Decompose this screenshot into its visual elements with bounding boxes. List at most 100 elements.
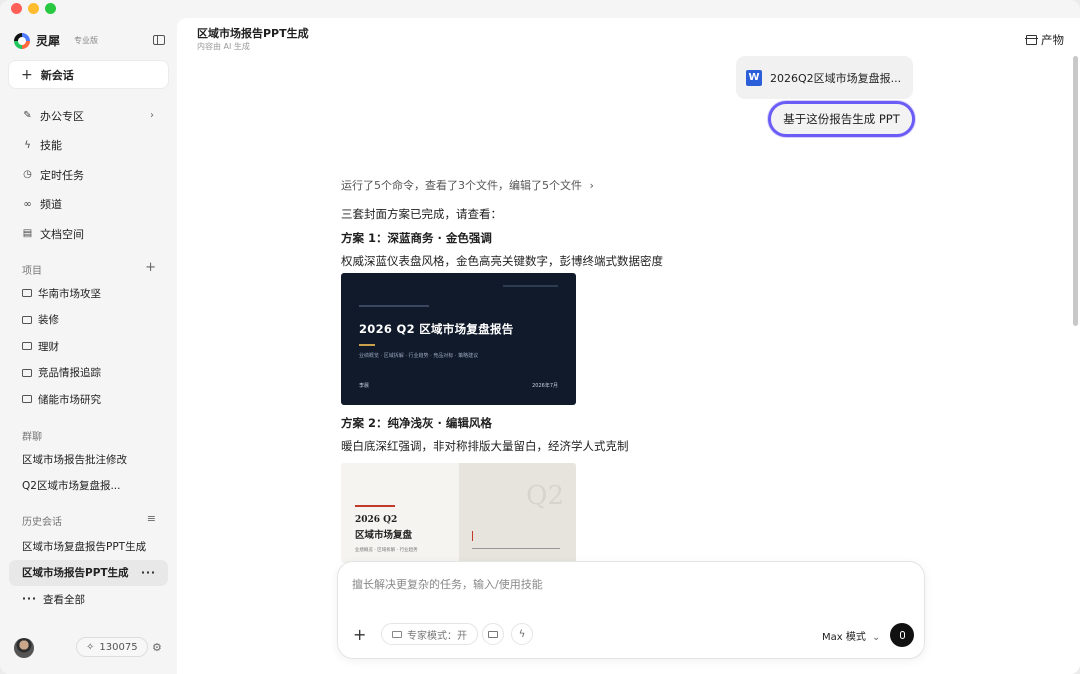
lightning-icon: ϟ xyxy=(24,139,31,151)
groups-heading: 群聊 xyxy=(22,432,42,443)
sidebar-nav: ✎ 办公专区 › ϟ 技能 ◷ 定时任务 ∞ 频道 ▤ 文档空间 xyxy=(9,101,168,249)
user-message-text: 基于这份报告生成 PPT xyxy=(783,112,900,126)
project-label: 华南市场攻坚 xyxy=(38,287,101,300)
artifacts-button[interactable]: 产物 xyxy=(1025,32,1064,48)
ai-generated-note: 内容由 AI 生成 xyxy=(197,42,250,51)
composer-input[interactable]: 擅长解决更复杂的任务，输入/使用技能 xyxy=(352,576,543,592)
gold-accent-rule xyxy=(359,344,375,346)
close-window-button[interactable] xyxy=(11,3,22,14)
more-icon: ··· xyxy=(22,593,37,606)
sidebar-item-label: 定时任务 xyxy=(40,168,84,182)
cover-2-watermark: Q2 xyxy=(526,481,564,511)
folder-icon xyxy=(22,395,32,404)
main-panel: 区域市场报告PPT生成 内容由 AI 生成 产物 W 2026Q2区域市场复盘报… xyxy=(177,18,1080,674)
sidebar-item-skills[interactable]: ϟ 技能 xyxy=(9,131,168,161)
sidebar-item-office[interactable]: ✎ 办公专区 › xyxy=(9,101,168,131)
decorative-rule xyxy=(503,285,558,287)
link-icon: ∞ xyxy=(23,198,32,210)
view-all-label: 查看全部 xyxy=(42,593,85,606)
avatar[interactable] xyxy=(14,638,34,658)
sidebar-toggle-icon[interactable] xyxy=(153,35,165,45)
skills-button[interactable]: ϟ xyxy=(511,623,533,645)
history-list: 区域市场复盘报告PPT生成 区域市场报告PPT生成 ··· ··· 查看全部 xyxy=(9,533,168,613)
project-item[interactable]: 储能市场研究 xyxy=(9,386,168,413)
option-1-description: 权威深蓝仪表盘风格，金色高亮关键数字，彭博终端式数据密度 xyxy=(341,254,663,268)
chevron-right-icon: › xyxy=(150,110,154,122)
message-composer: 擅长解决更复杂的任务，输入/使用技能 + 专家模式：开 ϟ Max 模式 ⌄ xyxy=(337,561,925,659)
projects-heading: 项目 xyxy=(22,266,42,277)
attached-file-card[interactable]: W 2026Q2区域市场复盘报... xyxy=(736,56,913,99)
decorative-rule xyxy=(472,531,532,541)
new-chat-button[interactable]: + 新会话 xyxy=(9,61,168,88)
activity-summary[interactable]: 运行了5个命令，查看了3个文件，编辑了5个文件 › xyxy=(341,177,821,193)
project-item[interactable]: 装修 xyxy=(9,307,168,334)
history-item-active[interactable]: 区域市场报告PPT生成 ··· xyxy=(9,559,168,586)
add-attachment-button[interactable]: + xyxy=(353,625,366,644)
project-item[interactable]: 竞品情报追踪 xyxy=(9,360,168,387)
sidebar-item-label: 办公专区 xyxy=(40,109,84,123)
history-item[interactable]: 区域市场复盘报告PPT生成 xyxy=(9,533,168,560)
lightning-icon: ϟ xyxy=(518,628,526,640)
sidebar-item-scheduled-tasks[interactable]: ◷ 定时任务 xyxy=(9,160,168,190)
microphone-button[interactable] xyxy=(890,623,914,647)
sidebar-item-channels[interactable]: ∞ 频道 xyxy=(9,190,168,220)
cover-preview-1[interactable]: 2026 Q2 区域市场复盘报告 业绩概览 · 区域拆解 · 行业趋势 · 竞品… xyxy=(341,273,576,405)
project-label: 储能市场研究 xyxy=(38,393,101,406)
more-icon[interactable]: ··· xyxy=(141,567,156,579)
monitor-icon xyxy=(488,630,498,638)
sparkle-icon: ✧ xyxy=(86,641,95,653)
project-label: 竞品情报追踪 xyxy=(38,367,101,380)
add-project-button[interactable]: + xyxy=(145,260,156,275)
sidebar: 灵犀 专业版 + 新会话 ✎ 办公专区 › ϟ 技能 ◷ 定时任务 ∞ 频道 ▤… xyxy=(0,0,177,674)
folder-icon xyxy=(22,315,32,324)
option-2-description: 暖白底深红强调，非对称排版大量留白，经济学人式克制 xyxy=(341,439,629,453)
archive-icon xyxy=(1025,35,1038,45)
sidebar-item-label: 文档空间 xyxy=(40,227,84,241)
cover-1-author: 李晨 xyxy=(359,383,370,389)
minimize-window-button[interactable] xyxy=(28,3,39,14)
cover-2-title-line1: 2026 Q2 xyxy=(355,515,398,525)
history-label: 区域市场复盘报告PPT生成 xyxy=(22,540,147,553)
group-chat-label: 区域市场报告批注修改 xyxy=(22,453,127,466)
folder-icon xyxy=(22,342,32,351)
sidebar-item-doc-space[interactable]: ▤ 文档空间 xyxy=(9,219,168,249)
activity-text: 运行了5个命令，查看了3个文件，编辑了5个文件 xyxy=(341,179,582,192)
user-message-bubble: 基于这份报告生成 PPT xyxy=(768,101,915,137)
folder-icon xyxy=(22,368,32,377)
chevron-down-icon: ⌄ xyxy=(872,632,881,643)
option-1-title: 方案 1：深蓝商务 · 金色强调 xyxy=(341,231,492,245)
project-label: 装修 xyxy=(38,314,59,327)
filter-icon[interactable]: ≡ xyxy=(147,512,156,525)
credits-badge[interactable]: ✧ 130075 xyxy=(76,637,148,657)
cover-preview-2[interactable]: Q2 2026 Q2 区域市场复盘 业绩概览 · 区域拆解 · 行业趋势 xyxy=(341,463,576,563)
gear-icon[interactable]: ⚙ xyxy=(152,641,162,654)
cover-1-title: 2026 Q2 区域市场复盘报告 xyxy=(359,322,514,336)
history-heading: 历史会话 xyxy=(22,517,62,528)
group-chat-label: Q2区域市场复盘报... xyxy=(22,480,121,493)
file-name: 2026Q2区域市场复盘报... xyxy=(770,71,902,85)
word-file-icon: W xyxy=(746,69,762,86)
expert-mode-toggle[interactable]: 专家模式：开 xyxy=(381,623,478,645)
project-list: 华南市场攻坚 装修 理财 竞品情报追踪 储能市场研究 xyxy=(9,280,168,413)
option-2-title: 方案 2：纯净浅灰 · 编辑风格 xyxy=(341,416,492,430)
cover-2-subtitle: 业绩概览 · 区域拆解 · 行业趋势 xyxy=(355,548,418,553)
new-chat-label: 新会话 xyxy=(40,68,74,82)
app-window: 灵犀 专业版 + 新会话 ✎ 办公专区 › ϟ 技能 ◷ 定时任务 ∞ 频道 ▤… xyxy=(0,0,1080,674)
model-mode-select[interactable]: Max 模式 ⌄ xyxy=(822,628,880,643)
decorative-rule xyxy=(472,548,560,549)
credits-value: 130075 xyxy=(99,641,138,653)
option-2-block: 方案 2：纯净浅灰 · 编辑风格 暖白底深红强调，非对称排版大量留白，经济学人式… xyxy=(341,415,821,454)
window-controls xyxy=(11,3,56,14)
zoom-window-button[interactable] xyxy=(45,3,56,14)
project-item[interactable]: 华南市场攻坚 xyxy=(9,280,168,307)
screen-button[interactable] xyxy=(482,623,504,645)
red-accent-rule xyxy=(355,505,395,507)
project-item[interactable]: 理财 xyxy=(9,333,168,360)
microphone-icon xyxy=(899,631,905,639)
project-label: 理财 xyxy=(38,340,59,353)
brand: 灵犀 专业版 xyxy=(14,32,98,49)
view-all-button[interactable]: ··· 查看全部 xyxy=(9,586,168,613)
group-chat-item[interactable]: Q2区域市场复盘报... xyxy=(9,473,168,500)
scrollbar[interactable] xyxy=(1073,56,1078,326)
group-chat-item[interactable]: 区域市场报告批注修改 xyxy=(9,446,168,473)
